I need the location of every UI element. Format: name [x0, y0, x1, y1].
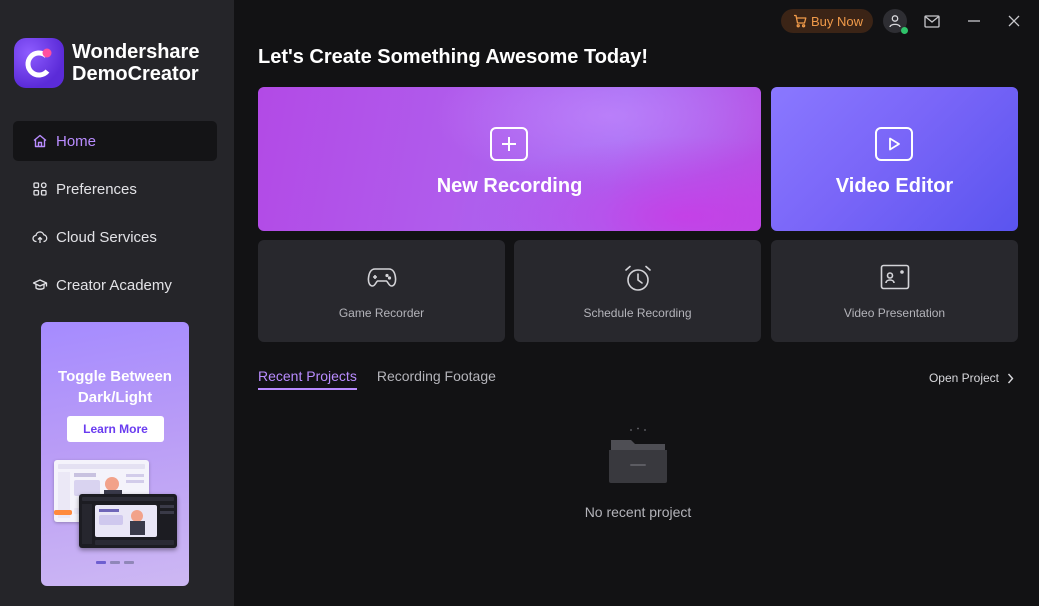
minimize-button[interactable]	[963, 10, 985, 32]
open-project-link[interactable]: Open Project	[929, 371, 1014, 385]
home-icon	[32, 133, 48, 149]
sidebar: Wondershare DemoCreator Home Preferences…	[0, 0, 234, 606]
new-recording-card[interactable]: New Recording	[258, 87, 761, 231]
cart-icon	[793, 14, 807, 28]
brand-line-2: DemoCreator	[72, 63, 199, 85]
buy-now-label: Buy Now	[810, 13, 863, 29]
title-bar: Buy Now	[780, 9, 1025, 34]
sidebar-item-label: Cloud Services	[56, 228, 157, 246]
promo-dark-screenshot	[79, 494, 177, 548]
sidebar-item-preferences[interactable]: Preferences	[13, 169, 217, 209]
sidebar-nav: Home Preferences Cloud Services Creator …	[13, 121, 217, 313]
empty-state: No recent project	[558, 426, 718, 520]
brand-name: Wondershare DemoCreator	[72, 41, 199, 85]
user-icon	[889, 15, 901, 28]
video-presentation-card[interactable]: Video Presentation	[771, 240, 1018, 342]
democreator-logo-icon	[14, 38, 64, 88]
promo-title-line-2: Dark/Light	[77, 389, 153, 406]
open-project-label: Open Project	[928, 371, 999, 385]
video-editor-card[interactable]: Video Editor	[771, 87, 1018, 231]
close-icon	[1008, 15, 1020, 27]
minimize-icon	[968, 20, 980, 22]
mail-icon	[924, 14, 940, 28]
tab-recording-footage[interactable]: Recording Footage	[377, 368, 496, 390]
game-recorder-label: Game Recorder	[338, 306, 425, 320]
chevron-right-icon	[1007, 373, 1014, 383]
graduation-cap-icon	[32, 277, 48, 293]
game-recorder-card[interactable]: Game Recorder	[258, 240, 505, 342]
sidebar-item-label: Preferences	[56, 180, 137, 198]
brand: Wondershare DemoCreator	[14, 38, 199, 88]
cloud-upload-icon	[32, 229, 48, 245]
account-avatar[interactable]	[883, 9, 908, 34]
presentation-icon	[880, 264, 909, 290]
buy-now-button[interactable]: Buy Now	[780, 9, 873, 33]
video-presentation-label: Video Presentation	[843, 306, 946, 320]
carousel-dot[interactable]	[96, 561, 106, 564]
learn-more-button[interactable]: Learn More	[67, 416, 164, 442]
schedule-recording-card[interactable]: Schedule Recording	[514, 240, 761, 342]
carousel-dots[interactable]	[96, 561, 134, 564]
project-tabs: Recent Projects Recording Footage	[258, 368, 516, 390]
sidebar-item-creator-academy[interactable]: Creator Academy	[13, 265, 217, 305]
gamepad-icon	[367, 268, 396, 287]
online-status-dot	[901, 27, 908, 34]
promo-banner[interactable]: Toggle Between Dark/Light Learn More	[41, 322, 189, 586]
promo-title-line-1: Toggle Between	[58, 368, 172, 385]
brand-line-1: Wondershare	[72, 41, 200, 63]
carousel-dot[interactable]	[110, 561, 120, 564]
sidebar-item-label: Creator Academy	[56, 276, 172, 294]
grid-icon	[32, 181, 48, 197]
empty-folder-icon	[609, 427, 667, 483]
plus-icon	[490, 127, 528, 161]
alarm-clock-icon	[624, 265, 651, 291]
page-title: Let's Create Something Awesome Today!	[258, 46, 649, 68]
new-recording-title: New Recording	[436, 175, 583, 197]
schedule-recording-label: Schedule Recording	[583, 306, 692, 320]
promo-title: Toggle Between Dark/Light	[41, 366, 189, 408]
carousel-dot[interactable]	[124, 561, 134, 564]
video-editor-title: Video Editor	[835, 175, 954, 197]
sidebar-item-label: Home	[56, 132, 97, 150]
sidebar-item-cloud-services[interactable]: Cloud Services	[13, 217, 217, 257]
video-play-icon	[875, 127, 913, 161]
close-button[interactable]	[1003, 10, 1025, 32]
mail-button[interactable]	[921, 10, 943, 32]
tab-recent-projects[interactable]: Recent Projects	[258, 368, 357, 390]
sidebar-item-home[interactable]: Home	[13, 121, 217, 161]
empty-state-message: No recent project	[584, 504, 692, 520]
